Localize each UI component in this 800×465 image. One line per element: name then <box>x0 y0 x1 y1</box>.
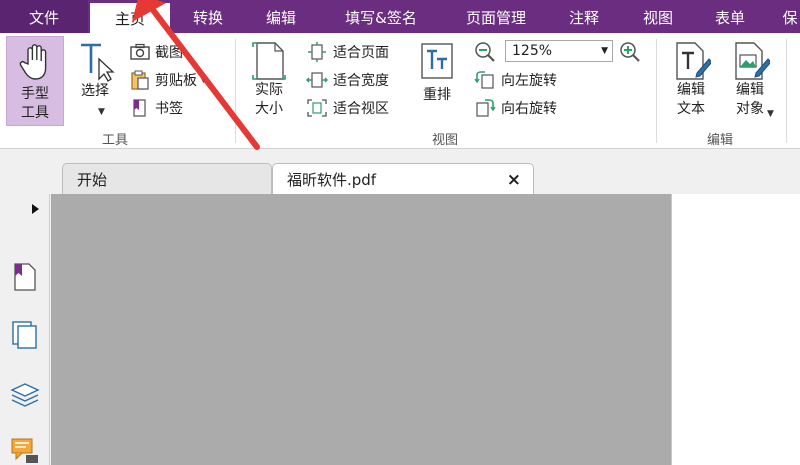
fit-width-icon <box>306 72 328 88</box>
bookmark-icon <box>133 99 146 117</box>
zoom-out-icon[interactable] <box>474 41 496 63</box>
zoom-level-value: 125% <box>512 43 553 59</box>
edit-group-label: 编辑 <box>706 133 733 148</box>
actual-size-label-line2: 大小 <box>255 101 283 117</box>
select-cursor-icon <box>81 43 115 82</box>
select-dropdown-caret[interactable]: ▼ <box>98 107 105 117</box>
document-canvas[interactable] <box>51 194 671 465</box>
tab-start-label: 开始 <box>77 171 108 189</box>
clipboard-icon <box>131 70 149 90</box>
ribbon-home-panel: 手型 工具 选择 ▼ 截图 剪贴板 ▼ 书签 工具 实际 大小 适合页面 适合宽… <box>0 33 800 149</box>
tools-group-label: 工具 <box>101 133 128 148</box>
group-divider <box>786 39 787 143</box>
tab-protect[interactable]: 保 <box>780 0 800 33</box>
fit-view-button[interactable]: 适合视区 <box>306 96 389 120</box>
camera-icon <box>130 43 150 60</box>
screenshot-button[interactable]: 截图 <box>130 40 183 64</box>
actual-size-button[interactable]: 实际 大小 <box>244 36 294 126</box>
tab-form[interactable]: 表单 <box>700 0 760 33</box>
tab-page-management[interactable]: 页面管理 <box>448 0 544 33</box>
document-tab-strip: 开始 福昕软件.pdf × <box>0 150 800 194</box>
reflow-label: 重排 <box>423 87 451 103</box>
edit-text-icon <box>676 42 711 80</box>
close-icon[interactable]: × <box>507 164 521 197</box>
layers-icon[interactable] <box>10 380 40 408</box>
hand-tool-label-line1: 手型 <box>21 86 49 102</box>
edit-text-button[interactable]: 编辑 文本 <box>666 36 716 126</box>
clipboard-button[interactable]: 剪贴板 ▼ <box>130 68 207 92</box>
view-group-label: 视图 <box>431 133 458 148</box>
rotate-left-icon <box>474 71 494 89</box>
ribbon-tab-bar: 文件 主页 转换 编辑 填写&签名 页面管理 注释 视图 表单 保 <box>0 0 800 34</box>
tab-comment[interactable]: 注释 <box>556 0 612 33</box>
zoom-level-select[interactable]: 125% ▼ <box>505 40 613 62</box>
tab-edit[interactable]: 编辑 <box>250 0 312 33</box>
tab-file[interactable]: 文件 <box>0 0 88 33</box>
fit-page-icon <box>308 42 326 62</box>
tab-convert[interactable]: 转换 <box>176 0 240 33</box>
document-page[interactable] <box>671 194 800 465</box>
rotate-right-icon <box>476 99 496 117</box>
comments-icon[interactable] <box>10 437 40 465</box>
edit-object-dropdown-caret[interactable]: ▼ <box>767 109 774 119</box>
zoom-in-icon[interactable] <box>619 41 641 63</box>
group-divider <box>656 39 657 143</box>
bookmark-label: 书签 <box>155 101 183 117</box>
group-divider <box>235 39 236 143</box>
zoom-dropdown-caret[interactable]: ▼ <box>601 41 608 61</box>
edit-text-label-line2: 文本 <box>677 101 705 117</box>
rotate-left-label: 向左旋转 <box>501 73 557 89</box>
bookmark-button[interactable]: 书签 <box>130 96 183 120</box>
page-thumbnail-icon[interactable] <box>12 262 38 292</box>
edit-object-label-line1: 编辑 <box>736 82 764 98</box>
expand-panel-icon[interactable] <box>32 204 39 214</box>
select-tool-label: 选择 <box>81 83 109 99</box>
rotate-right-label: 向右旋转 <box>501 101 557 117</box>
tab-fill-sign[interactable]: 填写&签名 <box>326 0 436 33</box>
fit-width-button[interactable]: 适合宽度 <box>306 68 389 92</box>
tab-document[interactable]: 福昕软件.pdf × <box>272 163 534 194</box>
select-tool-button[interactable]: 选择 <box>72 36 118 126</box>
fit-view-label: 适合视区 <box>333 101 389 117</box>
rotate-right-button[interactable]: 向右旋转 <box>474 96 557 120</box>
hand-icon <box>19 44 47 80</box>
reflow-icon <box>421 43 453 79</box>
clipboard-label: 剪贴板 <box>155 73 197 89</box>
screenshot-label: 截图 <box>155 45 183 61</box>
fit-width-label: 适合宽度 <box>333 73 389 89</box>
navigation-pane <box>0 194 50 465</box>
rotate-left-button[interactable]: 向左旋转 <box>474 68 557 92</box>
edit-object-icon <box>735 42 770 80</box>
edit-text-label-line1: 编辑 <box>677 82 705 98</box>
tab-view[interactable]: 视图 <box>630 0 686 33</box>
reflow-button[interactable]: 重排 <box>414 36 460 126</box>
fit-view-icon <box>307 99 327 117</box>
hand-tool-button[interactable]: 手型 工具 <box>6 36 64 126</box>
tab-home[interactable]: 主页 <box>90 3 170 34</box>
fit-page-button[interactable]: 适合页面 <box>306 40 389 64</box>
tab-document-label: 福昕软件.pdf <box>287 171 377 189</box>
actual-size-label-line1: 实际 <box>255 82 283 98</box>
clipboard-dropdown-caret[interactable]: ▼ <box>200 75 207 85</box>
fit-page-label: 适合页面 <box>333 45 389 61</box>
actual-size-icon <box>252 42 286 80</box>
tab-start[interactable]: 开始 <box>62 163 272 194</box>
hand-tool-label-line2: 工具 <box>21 105 49 121</box>
pages-icon[interactable] <box>11 320 39 350</box>
